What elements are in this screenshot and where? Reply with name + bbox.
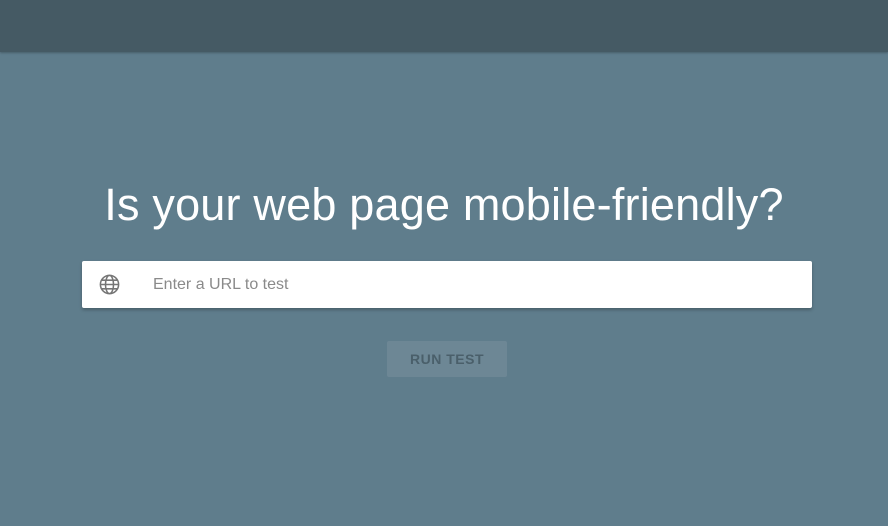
url-input[interactable] [153, 261, 793, 308]
url-search-box[interactable] [82, 261, 812, 308]
globe-icon [98, 273, 121, 296]
top-bar [0, 0, 888, 52]
run-test-button[interactable]: RUN TEST [387, 341, 507, 377]
page-title: Is your web page mobile-friendly? [104, 179, 784, 230]
main-content: Is your web page mobile-friendly? RUN TE… [0, 52, 888, 526]
